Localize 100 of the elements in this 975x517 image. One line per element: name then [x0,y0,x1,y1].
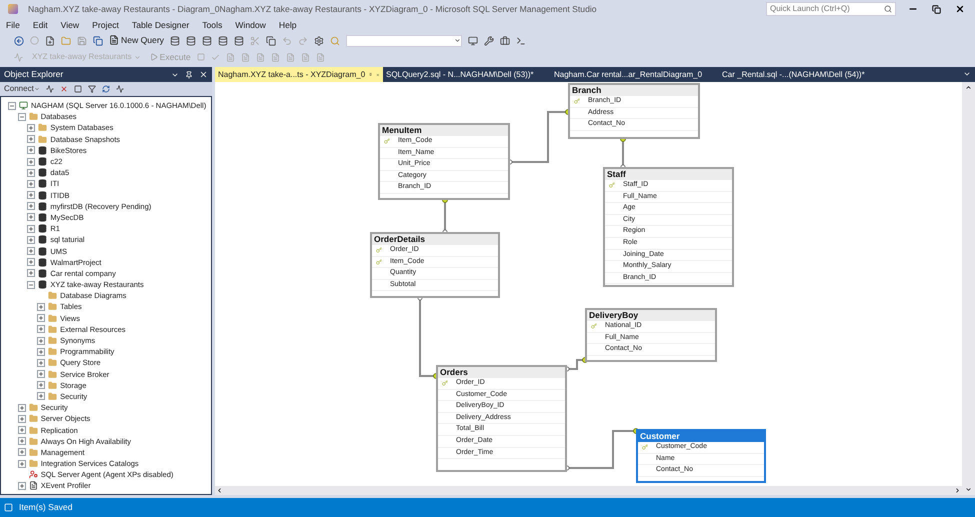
expand-icon[interactable] [27,236,36,244]
new-project-icon[interactable] [45,36,55,46]
database-icon [38,280,48,290]
document-tab[interactable]: SQLQuery2.sql - N...NAGHAM\Dell (53))* [383,67,551,82]
document-tab[interactable]: Nagham.Car rental...ar_RentalDiagram_0 [551,67,719,82]
expand-icon[interactable] [18,426,26,434]
save-icon[interactable] [77,36,87,46]
table-title: Customer [638,431,764,442]
activity-icon[interactable] [116,85,124,93]
folder-icon [48,324,58,334]
expand-icon[interactable] [37,370,46,378]
menu-item[interactable]: Table Designer [132,18,190,32]
caret-icon [34,86,40,92]
toolbox-icon[interactable] [500,36,510,46]
database-icon [38,246,48,256]
expand-icon[interactable] [27,258,36,266]
tab-list-icon[interactable] [963,70,971,78]
expand-icon[interactable] [27,168,36,177]
close-icon[interactable] [955,4,965,14]
restore-icon[interactable] [932,4,941,14]
menu-item[interactable]: Help [278,18,297,32]
expand-icon[interactable] [37,358,46,367]
folder-icon [48,314,58,323]
back-icon[interactable] [14,36,24,46]
expand-icon[interactable] [27,247,36,256]
horizontal-scrollbar[interactable] [215,486,962,495]
expand-icon[interactable] [27,191,36,200]
caret-icon [134,54,141,60]
expand-icon[interactable] [27,158,36,166]
relationship-line [508,109,571,164]
stop-icon[interactable] [74,85,82,93]
expand-icon[interactable] [37,314,46,322]
expand-icon[interactable] [27,213,36,222]
menu-item[interactable]: Project [92,18,119,32]
expand-icon[interactable] [18,460,26,468]
expand-icon[interactable] [27,224,36,233]
expand-icon[interactable] [27,180,36,188]
database-icon [38,168,48,178]
expand-icon[interactable] [27,202,36,210]
collapse-icon[interactable] [8,102,16,110]
check-icon[interactable] [210,52,220,62]
expand-icon[interactable] [37,381,46,390]
database-icon [38,146,48,155]
refresh-icon[interactable] [102,85,110,93]
new-query-button[interactable]: New Query [109,34,164,47]
database-icon [38,235,48,244]
expand-icon[interactable] [18,414,26,423]
expand-icon[interactable] [37,302,46,311]
table-title: Orders [438,367,565,378]
copy-icon[interactable] [266,36,276,46]
expand-icon[interactable] [27,124,36,132]
folder-icon [28,459,38,468]
wrench-icon[interactable] [484,36,494,46]
terminal-icon[interactable] [516,36,526,46]
database-icon [38,212,48,222]
expand-icon[interactable] [37,348,46,356]
panel-title: Object Explorer [4,68,64,81]
database-icon [38,179,48,188]
document-tab[interactable]: Car _Rental.sql -...(NAGHAM\Dell (54))* [719,67,887,82]
expand-icon[interactable] [37,392,46,400]
folder-icon [28,426,38,435]
properties-icon[interactable] [314,36,324,46]
menu-item[interactable]: Edit [32,18,48,32]
vertical-scrollbar[interactable] [962,82,975,495]
table-title: MenuItem [380,125,508,136]
server-icon [19,101,28,110]
database-icon [38,224,48,234]
scroll-left-icon[interactable] [216,487,223,494]
database-icon [38,157,48,166]
folder-icon [48,291,58,300]
expand-icon[interactable] [37,325,46,334]
scroll-down-icon[interactable] [965,486,972,493]
expand-icon[interactable] [18,448,26,456]
scroll-right-icon[interactable] [954,487,961,494]
folder-icon [28,112,38,122]
pin-icon[interactable] [185,70,193,78]
menu-item[interactable]: View [60,18,80,32]
menu-item[interactable]: Window [235,18,266,32]
connect-button[interactable]: Connect [4,83,40,95]
disconnect-icon[interactable] [60,85,68,93]
collapse-icon[interactable] [27,280,36,289]
table-title: Branch [570,85,698,96]
expand-icon[interactable] [27,269,36,278]
collapse-icon[interactable] [18,112,26,121]
scroll-up-icon[interactable] [965,84,972,91]
expand-icon[interactable] [18,404,26,412]
database-icon [38,202,48,211]
window-title: Nagham.XYZ take-away Restaurants - Diagram_0Nagham.XYZ take-away Restaurants - XYZDiagram_0 - Microsoft SQL Server Management Studio [28,2,597,16]
expand-icon[interactable] [27,146,36,154]
expand-icon[interactable] [18,437,26,446]
expand-icon[interactable] [27,135,36,144]
caret-icon [454,37,461,44]
menu-item[interactable]: Tools [202,18,222,32]
expand-icon[interactable] [37,336,46,345]
quick-launch-field[interactable]: Quick Launch (Ctrl+Q) [766,2,896,16]
menu-item[interactable]: File [6,18,20,32]
folder-icon [48,358,58,368]
filter-icon[interactable] [88,85,96,93]
database-icon [38,258,48,267]
expand-icon[interactable] [18,482,26,490]
